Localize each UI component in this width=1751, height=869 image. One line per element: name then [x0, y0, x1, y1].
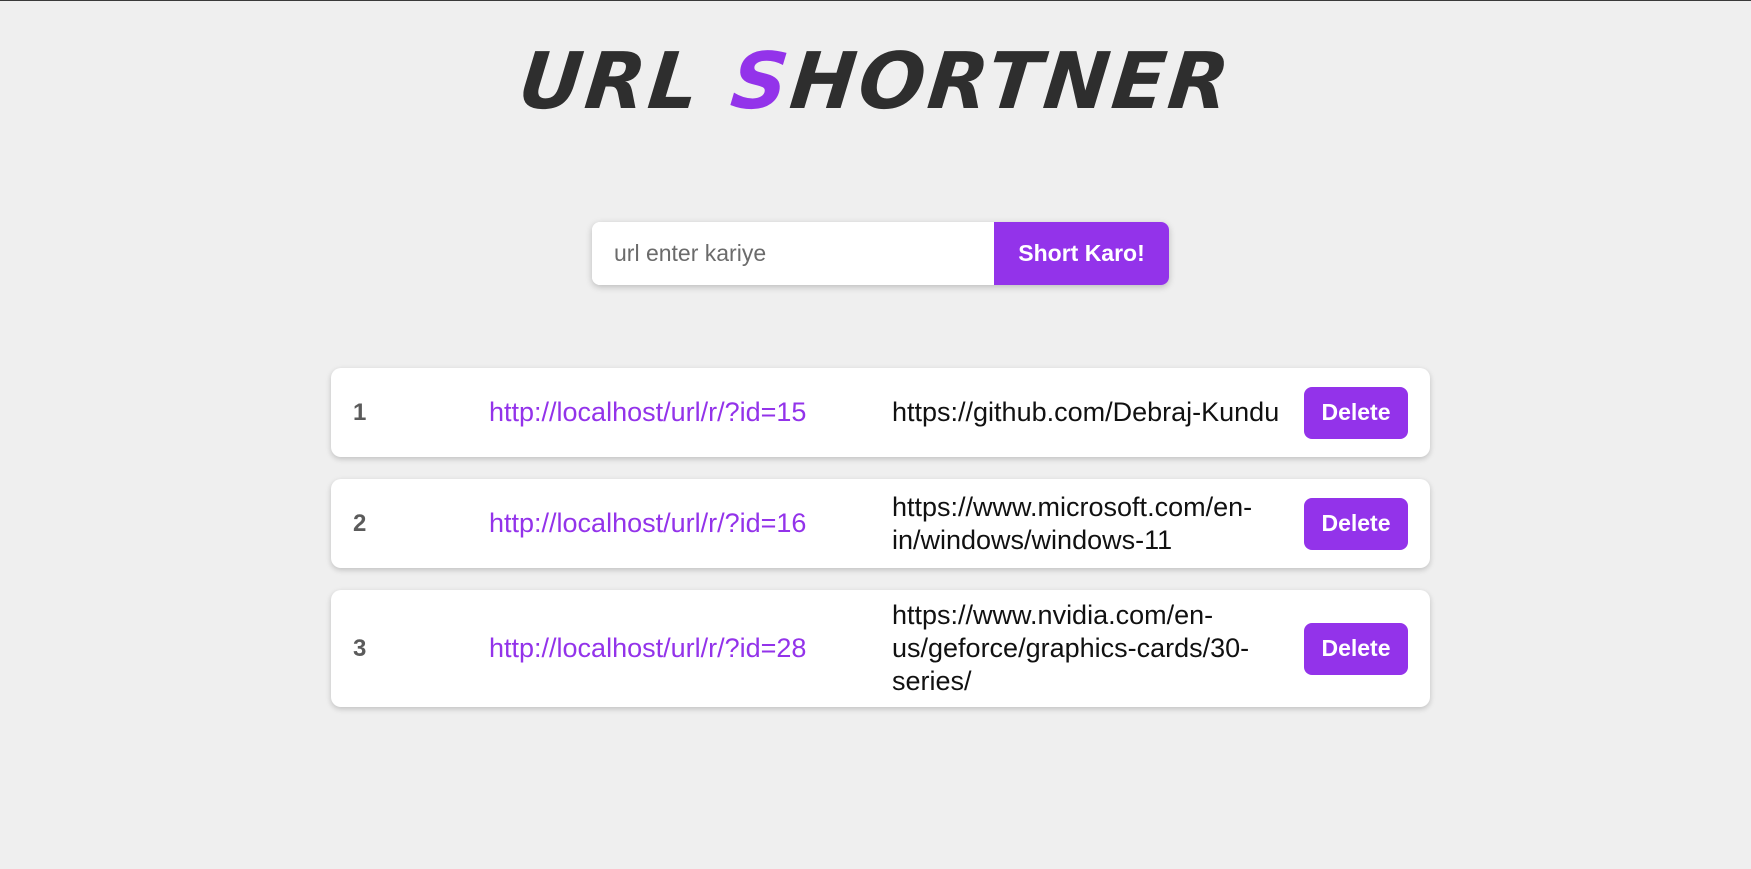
short-url-link[interactable]: http://localhost/url/r/?id=16	[489, 508, 892, 539]
original-url: https://github.com/Debraj-Kundu	[892, 397, 1280, 427]
short-url-link[interactable]: http://localhost/url/r/?id=15	[489, 397, 892, 428]
table-row: 3 http://localhost/url/r/?id=28 https://…	[331, 590, 1430, 707]
row-index: 1	[353, 398, 367, 426]
delete-button[interactable]: Delete	[1304, 386, 1408, 439]
title-part-1: URL	[514, 37, 737, 127]
short-url-link[interactable]: http://localhost/url/r/?id=28	[489, 633, 892, 664]
title-accent-letter: S	[726, 37, 796, 127]
original-url: https://www.nvidia.com/en-us/geforce/gra…	[892, 600, 1250, 696]
delete-button[interactable]: Delete	[1304, 497, 1408, 550]
row-index: 2	[353, 509, 367, 537]
url-input[interactable]	[592, 222, 994, 285]
table-row: 2 http://localhost/url/r/?id=16 https://…	[331, 479, 1430, 568]
title-part-2: HORTNER	[786, 37, 1237, 127]
delete-button[interactable]: Delete	[1304, 622, 1408, 675]
row-index: 3	[353, 634, 367, 662]
original-url: https://www.microsoft.com/en-in/windows/…	[892, 491, 1253, 555]
table-row: 1 http://localhost/url/r/?id=15 https://…	[331, 368, 1430, 457]
url-list: 1 http://localhost/url/r/?id=15 https://…	[331, 368, 1430, 729]
page-title: URL SHORTNER	[0, 37, 1751, 127]
short-karo-button[interactable]: Short Karo!	[994, 222, 1169, 285]
shorten-form: Short Karo!	[592, 222, 1169, 285]
